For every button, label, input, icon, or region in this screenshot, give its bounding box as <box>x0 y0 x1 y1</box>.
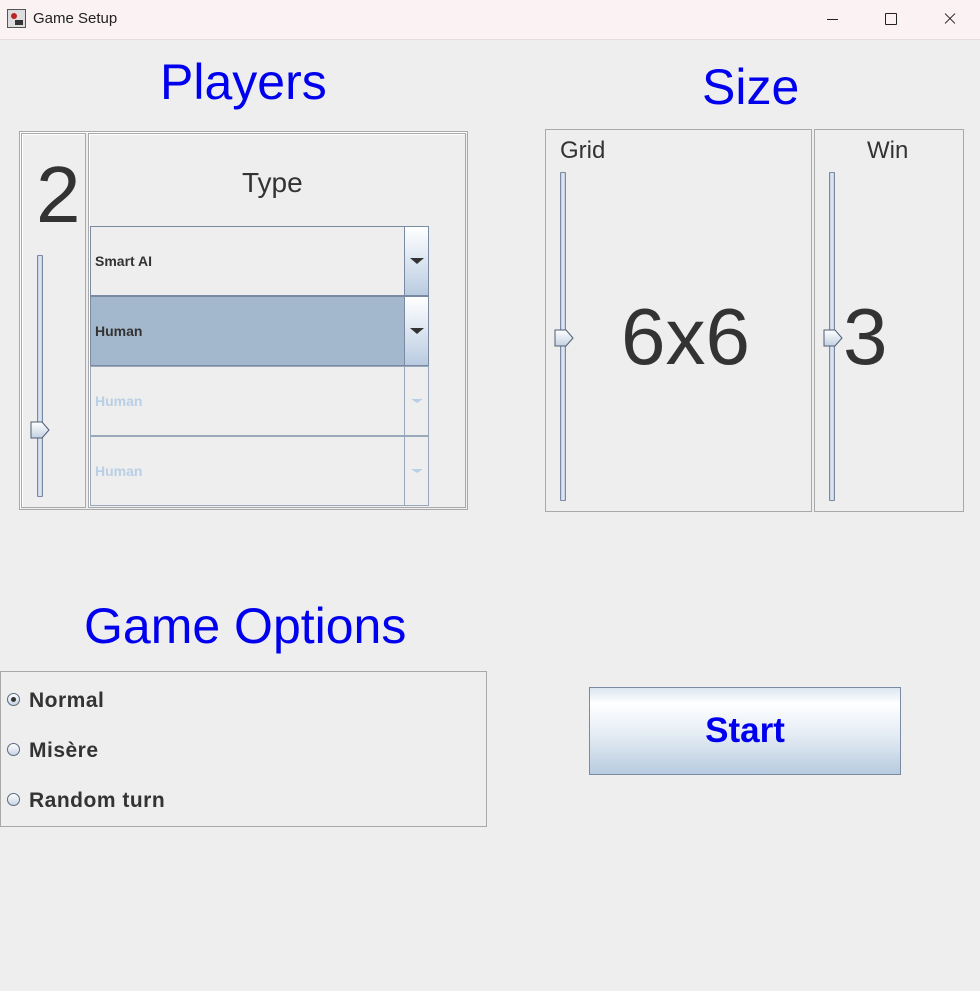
maximize-icon[interactable] <box>861 0 919 39</box>
radio-unselected-icon[interactable] <box>7 793 20 806</box>
radio-label: Normal <box>29 689 105 712</box>
player-type-value: Human <box>95 393 143 409</box>
grid-label: Grid <box>560 137 606 164</box>
chevron-down-icon <box>404 437 428 505</box>
grid-size-value: 6x6 <box>621 292 750 381</box>
title-bar: Game Setup <box>0 0 980 40</box>
app-icon <box>7 9 26 28</box>
close-icon[interactable] <box>920 0 978 39</box>
player-type-value: Smart AI <box>95 253 153 269</box>
player-type-value: Human <box>95 463 143 479</box>
player-count-slider[interactable] <box>37 255 43 497</box>
player-count-value: 2 <box>36 150 81 239</box>
radio-selected-icon[interactable] <box>7 693 20 706</box>
type-label: Type <box>242 167 303 198</box>
window-title: Game Setup <box>33 10 118 27</box>
player-count-slider-thumb[interactable] <box>30 421 50 439</box>
radio-label: Misère <box>29 739 99 762</box>
player-type-combo-1[interactable]: Smart AI <box>90 226 429 296</box>
start-button[interactable]: Start <box>589 687 901 775</box>
win-panel <box>814 129 964 512</box>
chevron-down-icon <box>404 367 428 435</box>
chevron-down-icon[interactable] <box>404 227 428 295</box>
radio-label: Random turn <box>29 789 166 812</box>
win-length-value: 3 <box>843 292 888 381</box>
player-type-combo-4: Human <box>90 436 429 506</box>
minimize-icon[interactable] <box>803 0 861 39</box>
win-label: Win <box>867 137 909 164</box>
chevron-down-icon[interactable] <box>404 297 428 365</box>
game-options-heading: Game Options <box>84 598 407 654</box>
radio-unselected-icon[interactable] <box>7 743 20 756</box>
player-type-combo-3: Human <box>90 366 429 436</box>
grid-size-slider-thumb[interactable] <box>554 329 574 347</box>
size-heading: Size <box>702 59 800 115</box>
players-heading: Players <box>160 54 327 110</box>
player-type-value: Human <box>95 323 143 339</box>
win-length-slider-thumb[interactable] <box>823 329 843 347</box>
player-type-combo-2[interactable]: Human <box>90 296 429 366</box>
